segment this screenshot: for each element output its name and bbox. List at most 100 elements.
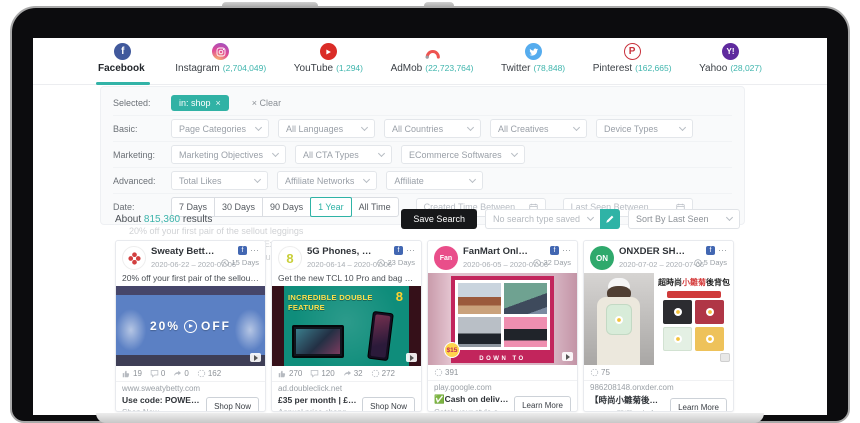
results-count: 815,360 — [144, 214, 180, 225]
ad-image-text: INCREDIBLE DOUBLE FEATURE — [288, 293, 373, 313]
tab-instagram[interactable]: Instagram(2,704,049) — [175, 43, 266, 85]
tab-yahoo[interactable]: Y! Yahoo(28,027) — [699, 43, 762, 85]
select-countries[interactable]: All Countries — [384, 119, 481, 138]
ad-title: Use code: POWER20 — [122, 395, 202, 405]
selected-label: Selected: — [113, 98, 171, 108]
select-cta-types[interactable]: All CTA Types — [295, 145, 392, 164]
like-stat: 19 — [122, 369, 142, 378]
tab-youtube[interactable]: YouTube(1,294) — [294, 43, 363, 85]
edit-saved-search-button[interactable] — [600, 209, 620, 229]
play-icon[interactable] — [184, 320, 197, 333]
comment-icon — [150, 369, 159, 378]
cta-button[interactable]: Shop Now — [206, 397, 259, 413]
more-icon[interactable]: ⋯ — [562, 248, 571, 253]
comment-stat: 0 — [150, 369, 165, 378]
shoe-photo — [458, 283, 501, 314]
video-corner-icon — [562, 352, 573, 361]
page-name-link[interactable]: 5G Phones, Tablets & SIMs | ... — [307, 246, 372, 257]
ad-image-thumbnail[interactable]: $15 DOWN TO — [428, 273, 577, 365]
ad-date-range: 2020-06-14 – 2020-07-06 — [307, 260, 372, 269]
card-header: Sweaty Betty London | Wom... 2020-06-22 … — [116, 241, 265, 273]
product-photo — [663, 327, 692, 351]
comment-stat: 120 — [310, 369, 334, 378]
card-header: 8 5G Phones, Tablets & SIMs | ... 2020-0… — [272, 241, 421, 273]
tab-count: (1,294) — [336, 63, 363, 73]
ad-video-thumbnail[interactable]: 20% OFF — [116, 286, 265, 366]
cta-button[interactable]: Learn More — [670, 398, 727, 413]
marketing-label: Marketing: — [113, 150, 171, 160]
more-icon[interactable]: ⋯ — [718, 248, 727, 253]
select-languages[interactable]: All Languages — [278, 119, 375, 138]
instagram-icon — [212, 43, 229, 60]
clear-filters-link[interactable]: × Clear — [252, 98, 281, 108]
cta-button[interactable]: Shop Now — [362, 397, 415, 413]
ad-subtitle: Catch your style on FanMart! — [434, 408, 510, 412]
select-device-types[interactable]: Device Types — [596, 119, 693, 138]
days-running: 23 Days — [377, 258, 415, 267]
page-avatar[interactable]: 8 — [278, 246, 302, 270]
facebook-badge-icon: f — [238, 246, 247, 255]
backpack-graphic — [606, 304, 632, 335]
select-total-likes[interactable]: Total Likes — [171, 171, 268, 190]
date-segment-1year[interactable]: 1 Year — [310, 197, 352, 217]
ad-domain-link[interactable]: www.sweatybetty.com — [116, 381, 265, 395]
tab-facebook[interactable]: f Facebook — [98, 43, 148, 85]
save-search-button[interactable]: Save Search — [401, 209, 477, 229]
select-affiliate-networks[interactable]: Affiliate Networks — [277, 171, 377, 190]
video-corner-icon — [406, 353, 417, 362]
tab-twitter[interactable]: Twitter(78,848) — [501, 43, 565, 85]
ad-domain-link[interactable]: ad.doubleclick.net — [272, 381, 421, 395]
shoe-photo — [504, 283, 547, 314]
chevron-down-icon — [511, 149, 518, 156]
share-icon — [173, 369, 182, 378]
tab-label: Facebook — [98, 63, 145, 74]
card-header: Fan FanMart Online Shopping - F... 2020-… — [428, 241, 577, 273]
sort-select[interactable]: Sort By Last Seen — [628, 209, 740, 229]
shoe-collage — [455, 280, 550, 350]
clock-icon — [533, 259, 541, 267]
youtube-icon — [320, 43, 337, 60]
tab-count: (2,704,049) — [223, 63, 266, 73]
page-avatar[interactable]: Fan — [434, 246, 458, 270]
select-ecommerce-softwares[interactable]: ECommerce Softwares — [401, 145, 525, 164]
filter-chip-shop[interactable]: in: shop× — [171, 95, 229, 111]
ad-image-thumbnail[interactable]: 超時尚小雛菊後背包 — [584, 273, 733, 365]
select-page-categories[interactable]: Page Categories — [171, 119, 269, 138]
select-creatives[interactable]: All Creatives — [490, 119, 587, 138]
tab-label: Pinterest — [593, 63, 632, 74]
cta-button[interactable]: Learn More — [514, 396, 571, 412]
select-affiliate[interactable]: Affiliate — [386, 171, 483, 190]
saved-search-select[interactable]: No search type saved — [485, 209, 600, 229]
app-screen: f Facebook Instagram(2,704,049) YouTube(… — [33, 38, 827, 415]
ad-domain-link[interactable]: 986208148.onxder.com — [584, 380, 733, 394]
model-photo — [584, 273, 654, 365]
page-name-link[interactable]: FanMart Online Shopping - F... — [463, 246, 528, 257]
page-avatar[interactable]: ON — [590, 246, 614, 270]
page-avatar[interactable] — [122, 246, 146, 270]
ad-stats: 391 — [428, 365, 577, 380]
clock-icon — [694, 259, 702, 267]
page-name-link[interactable]: ONXDER SHOP — [619, 246, 689, 257]
ad-image-text: DOWN TO — [428, 356, 577, 362]
ad-message: Get the new TCL 10 Pro and bag a free TC… — [272, 273, 421, 286]
more-icon[interactable]: ⋯ — [250, 248, 259, 253]
tab-pinterest[interactable]: P Pinterest(162,665) — [593, 43, 672, 85]
chip-close-icon[interactable]: × — [216, 98, 221, 108]
chevron-down-icon — [467, 123, 474, 130]
tab-admob[interactable]: AdMob(22,723,764) — [391, 43, 474, 85]
tab-label: AdMob — [391, 63, 423, 74]
selected-filter-row: Selected: in: shop× × Clear — [113, 91, 732, 115]
basic-filter-row: Basic: Page Categories All Languages All… — [113, 115, 732, 141]
ad-video-thumbnail[interactable]: INCREDIBLE DOUBLE FEATURE 8 — [272, 286, 421, 366]
product-photo — [695, 327, 724, 351]
chevron-down-icon — [679, 123, 686, 130]
image-corner-icon — [720, 353, 730, 362]
basic-label: Basic: — [113, 124, 171, 134]
select-marketing-objectives[interactable]: Marketing Objectives — [171, 145, 286, 164]
page-name-link[interactable]: Sweaty Betty London | Wom... — [151, 246, 216, 257]
product-grid — [658, 300, 729, 351]
product-photo — [695, 300, 724, 324]
ad-domain-link[interactable]: play.google.com — [428, 380, 577, 394]
chevron-down-icon — [255, 123, 262, 130]
more-icon[interactable]: ⋯ — [406, 248, 415, 253]
